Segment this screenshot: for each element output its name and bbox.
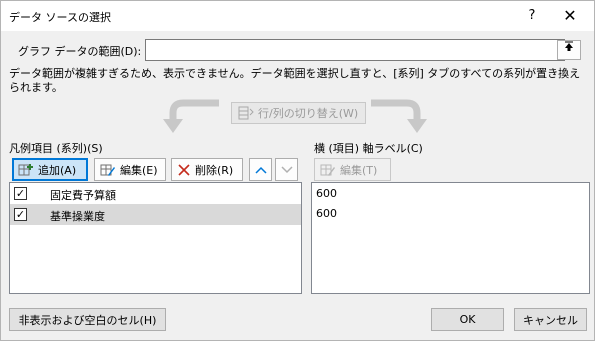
- series-label: 固定費予算額: [50, 189, 116, 202]
- list-item[interactable]: 600: [312, 183, 589, 203]
- series-checkbox[interactable]: ✓: [14, 187, 27, 200]
- cancel-button[interactable]: キャンセル: [514, 308, 587, 331]
- collapse-dialog-icon: [565, 41, 573, 51]
- edit-icon: [100, 164, 115, 176]
- dialog-title: データ ソースの選択: [9, 11, 111, 24]
- chevron-up-icon: [254, 166, 267, 174]
- switch-row-column-label: 行/列の切り替え(W): [258, 107, 359, 120]
- chart-data-range-label: グラフ データの範囲(D):: [18, 45, 142, 58]
- range-warning-text: データ範囲が複雑すぎるため、表示できません。データ範囲を選択し直すと、[系列] …: [9, 67, 581, 94]
- ok-button[interactable]: OK: [431, 308, 504, 331]
- select-data-source-dialog: データ ソースの選択 ? ✕ グラフ データの範囲(D): データ範囲が複雑すぎ…: [0, 0, 595, 341]
- delete-icon: [178, 163, 190, 176]
- series-checkbox[interactable]: ✓: [14, 208, 27, 221]
- edit-series-button[interactable]: 編集(E): [94, 158, 166, 181]
- series-label: 基準操業度: [50, 210, 105, 223]
- list-item[interactable]: 600: [312, 203, 589, 223]
- delete-series-label: 削除(R): [195, 163, 234, 177]
- add-series-button[interactable]: 追加(A): [12, 158, 88, 181]
- axis-labels-list[interactable]: 600 600: [311, 182, 590, 294]
- move-down-button[interactable]: [275, 158, 298, 181]
- switch-row-column-button[interactable]: 行/列の切り替え(W): [231, 102, 366, 124]
- collapse-range-button[interactable]: [557, 40, 581, 60]
- delete-series-button[interactable]: 削除(R): [171, 158, 243, 181]
- close-button[interactable]: ✕: [557, 4, 583, 28]
- list-item[interactable]: ✓ 基準操業度: [10, 204, 301, 225]
- curved-arrow-right-icon: [371, 99, 427, 133]
- curved-arrow-left-icon: [163, 99, 219, 133]
- edit-axis-labels-label: 編集(T): [340, 163, 378, 177]
- help-button[interactable]: ?: [519, 4, 545, 28]
- axis-labels-label: 横 (項目) 軸ラベル(C): [314, 142, 423, 155]
- legend-series-list[interactable]: ✓ 固定費予算額 ✓ 基準操業度: [9, 182, 302, 294]
- hidden-empty-cells-button[interactable]: 非表示および空白のセル(H): [9, 308, 166, 331]
- add-icon: [18, 163, 33, 175]
- move-up-button[interactable]: [249, 158, 272, 181]
- title-bar: データ ソースの選択 ? ✕: [1, 1, 594, 31]
- add-series-label: 追加(A): [38, 163, 77, 177]
- edit-axis-labels-button[interactable]: 編集(T): [314, 158, 391, 181]
- chart-data-range-input[interactable]: [145, 39, 565, 61]
- list-item[interactable]: ✓ 固定費予算額: [10, 183, 301, 204]
- switch-row-column-icon: [238, 106, 254, 120]
- legend-entries-label: 凡例項目 (系列)(S): [9, 142, 103, 155]
- edit-series-label: 編集(E): [120, 163, 158, 177]
- edit-icon: [320, 164, 335, 176]
- chevron-down-icon: [280, 165, 293, 173]
